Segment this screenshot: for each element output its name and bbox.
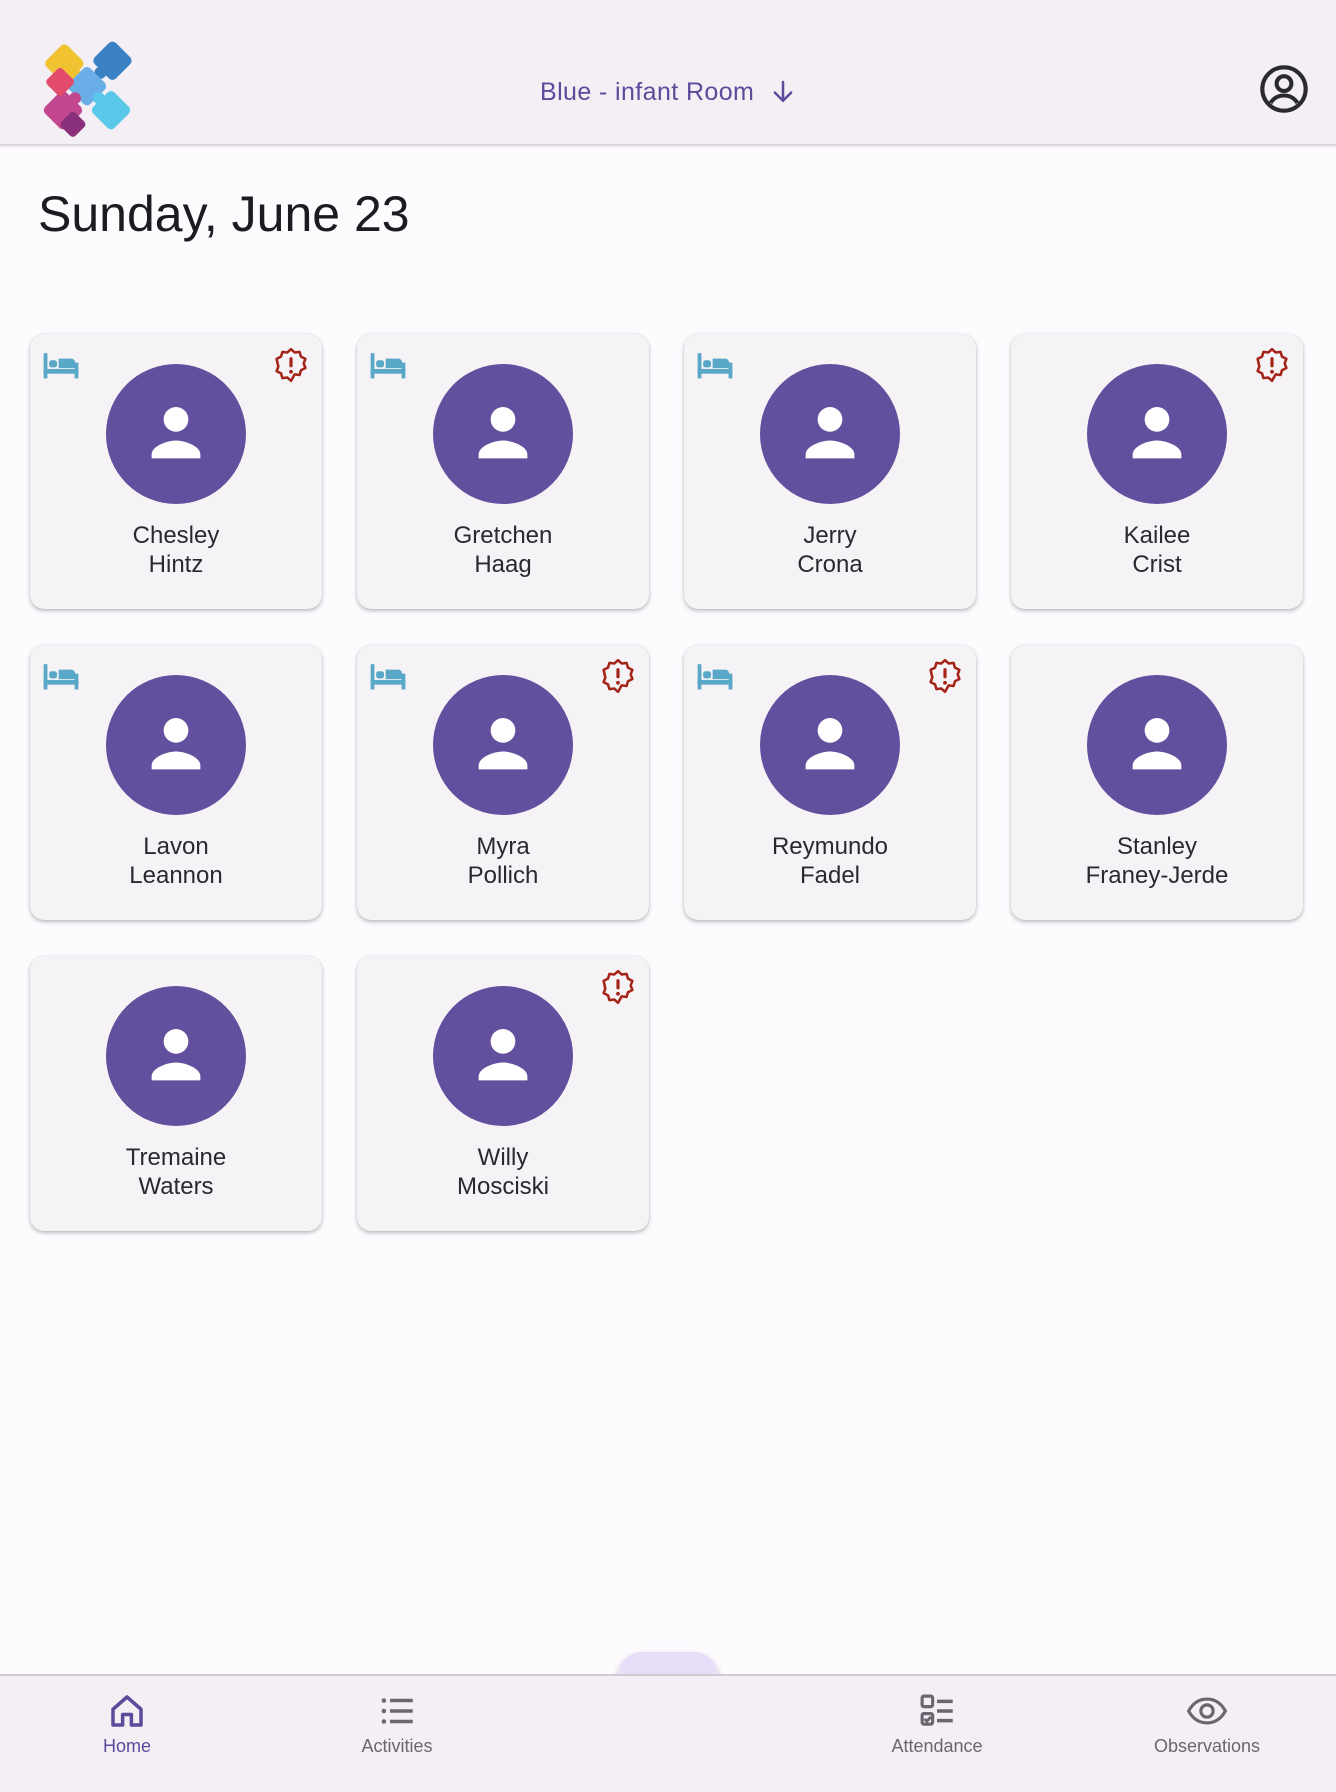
person-icon xyxy=(151,1029,201,1081)
avatar xyxy=(433,986,573,1126)
person-icon xyxy=(805,407,855,459)
child-name: Reymundo Fadel xyxy=(684,832,976,890)
avatar xyxy=(433,675,573,815)
eye-icon xyxy=(1186,1697,1228,1725)
nav-observations-label: Observations xyxy=(1153,1736,1261,1756)
person-icon xyxy=(478,718,528,770)
nav-home-label: Home xyxy=(102,1736,151,1756)
bed-icon xyxy=(370,664,406,690)
child-last-name: Waters xyxy=(138,1173,214,1200)
avatar xyxy=(760,364,900,504)
bed-icon xyxy=(43,353,79,379)
person-icon xyxy=(151,718,201,770)
checklist-icon xyxy=(920,1694,953,1726)
avatar xyxy=(106,675,246,815)
child-last-name: Hintz xyxy=(148,551,204,578)
child-last-name: Crona xyxy=(797,551,863,578)
child-first-name: Myra xyxy=(476,833,530,860)
alert-badge-icon xyxy=(602,969,634,1005)
child-first-name: Jerry xyxy=(803,522,857,549)
list-icon xyxy=(381,1698,413,1724)
person-icon xyxy=(1132,718,1182,770)
child-first-name: Chesley xyxy=(132,522,220,549)
person-icon xyxy=(151,407,201,459)
nav-observations[interactable]: Observations xyxy=(1107,1690,1307,1770)
child-card[interactable]: Chesley Hintz xyxy=(30,334,322,609)
child-name: Kailee Crist xyxy=(1011,521,1303,579)
alert-badge-icon xyxy=(275,347,307,383)
avatar xyxy=(106,364,246,504)
nav-attendance[interactable]: Attendance xyxy=(837,1690,1037,1770)
alert-badge-icon xyxy=(602,658,634,694)
child-name: Gretchen Haag xyxy=(357,521,649,579)
child-card[interactable]: Myra Pollich xyxy=(357,645,649,920)
alert-badge-icon xyxy=(929,658,961,694)
child-card[interactable]: Jerry Crona xyxy=(684,334,976,609)
avatar xyxy=(433,364,573,504)
child-first-name: Kailee xyxy=(1123,522,1191,549)
avatar xyxy=(106,986,246,1126)
nav-home[interactable]: Home xyxy=(27,1690,227,1770)
child-card[interactable]: Gretchen Haag xyxy=(357,334,649,609)
child-name: Tremaine Waters xyxy=(30,1143,322,1201)
bed-icon xyxy=(370,353,406,379)
home-icon xyxy=(111,1695,143,1727)
child-card[interactable]: Reymundo Fadel xyxy=(684,645,976,920)
person-icon xyxy=(478,1029,528,1081)
child-name: Lavon Leannon xyxy=(30,832,322,890)
person-icon xyxy=(478,407,528,459)
child-last-name: Pollich xyxy=(467,862,539,889)
bed-icon xyxy=(43,664,79,690)
child-name: Stanley Franey-Jerde xyxy=(1011,832,1303,890)
nav-attendance-label: Attendance xyxy=(891,1736,983,1756)
child-card[interactable]: Stanley Franey-Jerde xyxy=(1011,645,1303,920)
child-last-name: Leannon xyxy=(129,862,223,889)
child-last-name: Haag xyxy=(474,551,532,578)
child-last-name: Crist xyxy=(1132,551,1182,578)
child-last-name: Franey-Jerde xyxy=(1085,862,1229,889)
alert-badge-icon xyxy=(1256,347,1288,383)
avatar xyxy=(1087,675,1227,815)
bed-icon xyxy=(697,664,733,690)
nav-activities-label: Activities xyxy=(361,1736,433,1756)
child-card[interactable]: Tremaine Waters xyxy=(30,956,322,1231)
person-icon xyxy=(805,718,855,770)
child-card[interactable]: Kailee Crist xyxy=(1011,334,1303,609)
child-name: Willy Mosciski xyxy=(357,1143,649,1201)
child-card[interactable]: Willy Mosciski xyxy=(357,956,649,1231)
bed-icon xyxy=(697,353,733,379)
child-name: Chesley Hintz xyxy=(30,521,322,579)
child-first-name: Tremaine xyxy=(125,1144,227,1171)
nav-activities[interactable]: Activities xyxy=(297,1690,497,1770)
avatar xyxy=(760,675,900,815)
child-last-name: Fadel xyxy=(799,862,861,889)
child-first-name: Willy xyxy=(477,1144,529,1171)
child-last-name: Mosciski xyxy=(456,1173,549,1200)
child-first-name: Gretchen xyxy=(453,522,553,549)
child-card[interactable]: Lavon Leannon xyxy=(30,645,322,920)
child-first-name: Reymundo xyxy=(771,833,889,860)
children-grid: Chesley Hintz Gretchen Haag Jerry Crona Kailee… xyxy=(0,0,1336,1300)
child-first-name: Stanley xyxy=(1116,833,1198,860)
child-name: Myra Pollich xyxy=(357,832,649,890)
bottom-navigation: Home Activities Attendance Observations xyxy=(0,1674,1336,1792)
avatar xyxy=(1087,364,1227,504)
child-first-name: Lavon xyxy=(143,833,209,860)
child-name: Jerry Crona xyxy=(684,521,976,579)
person-icon xyxy=(1132,407,1182,459)
